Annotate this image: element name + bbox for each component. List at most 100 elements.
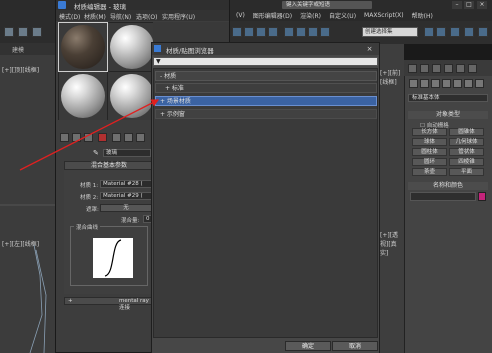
material1-label: 材质 1:: [80, 183, 99, 189]
modify-tab-icon[interactable]: [420, 64, 429, 73]
sphere-button[interactable]: 球体: [412, 138, 447, 146]
material-name-input[interactable]: 玻璃: [103, 149, 151, 157]
pick-material-icon[interactable]: ✎: [93, 149, 99, 157]
object-name-input[interactable]: [410, 192, 476, 201]
systems-icon[interactable]: [475, 79, 484, 88]
helpers-icon[interactable]: [453, 79, 462, 88]
geometry-icon[interactable]: [409, 79, 418, 88]
utilities-tab-icon[interactable]: [468, 64, 477, 73]
minimize-button[interactable]: –: [452, 1, 462, 9]
mirror-icon[interactable]: [424, 27, 434, 37]
render-icon[interactable]: [478, 27, 488, 37]
material-preview-sphere: [110, 25, 154, 69]
menu-item-view[interactable]: (V): [236, 12, 245, 19]
put-to-library-icon[interactable]: [124, 133, 133, 142]
reset-map-icon[interactable]: [98, 133, 107, 142]
sample-slot[interactable]: [108, 72, 156, 120]
material1-button[interactable]: Material #28 ( Stan: [100, 180, 152, 188]
menu-item-render[interactable]: 渲染(R): [300, 11, 321, 20]
browser-search-input[interactable]: ▼: [153, 57, 378, 66]
shapes-icon[interactable]: [420, 79, 429, 88]
me-menu-navigation[interactable]: 导航(N): [110, 12, 131, 21]
scale-icon[interactable]: [268, 27, 278, 37]
torus-button[interactable]: 圆环: [412, 158, 447, 166]
plane-button[interactable]: 平面: [449, 168, 484, 176]
sample-slot[interactable]: [58, 22, 108, 72]
display-tab-icon[interactable]: [456, 64, 465, 73]
redo-icon[interactable]: [18, 27, 28, 37]
ribbon-tabs: 建模: [0, 43, 56, 55]
main-menu-bar: (V) 图形编辑器(D) 渲染(R) 自定义(U) MAXScript(X) 帮…: [228, 10, 492, 21]
browser-close-icon[interactable]: ×: [365, 45, 374, 53]
blend-params-rollout[interactable]: 混合基本参数: [64, 161, 154, 170]
put-to-scene-icon[interactable]: [72, 133, 81, 142]
me-menu-modes[interactable]: 模式(D): [59, 12, 80, 21]
angle-snap-icon[interactable]: [296, 27, 306, 37]
show-map-icon[interactable]: [136, 133, 145, 142]
geosphere-button[interactable]: 几何球体: [449, 138, 484, 146]
group-sample-slots[interactable]: + 示例窗: [155, 109, 377, 119]
cancel-button[interactable]: 取消: [332, 341, 378, 351]
spacewarps-icon[interactable]: [464, 79, 473, 88]
cylinder-button[interactable]: 圆柱体: [412, 148, 447, 156]
render-setup-icon[interactable]: [464, 27, 474, 37]
menu-item-graph[interactable]: 图形编辑器(D): [253, 11, 292, 20]
pyramid-button[interactable]: 四棱锥: [449, 158, 484, 166]
object-color-swatch[interactable]: [478, 192, 486, 201]
undo-icon[interactable]: [4, 27, 14, 37]
mask-button[interactable]: 无: [100, 204, 152, 212]
hierarchy-tab-icon[interactable]: [432, 64, 441, 73]
move-icon[interactable]: [244, 27, 254, 37]
sample-slot[interactable]: [108, 23, 156, 71]
create-tab-icon[interactable]: [408, 64, 417, 73]
material2-label: 材质 2:: [80, 195, 99, 201]
material-preview-sphere: [61, 25, 105, 69]
get-material-icon[interactable]: [60, 133, 69, 142]
assign-material-icon[interactable]: [84, 133, 93, 142]
link-icon[interactable]: [32, 27, 42, 37]
layer-icon[interactable]: [450, 27, 460, 37]
rotate-icon[interactable]: [256, 27, 266, 37]
group-scene-materials[interactable]: + 场景材质: [155, 96, 377, 106]
lights-icon[interactable]: [431, 79, 440, 88]
me-menu-utilities[interactable]: 实用程序(U): [162, 12, 195, 21]
cameras-icon[interactable]: [442, 79, 451, 88]
maximize-button[interactable]: □: [464, 1, 474, 9]
material2-button[interactable]: Material #29 ( Stan: [100, 192, 152, 200]
menu-item-customize[interactable]: 自定义(U): [329, 11, 356, 20]
box-button[interactable]: 长方体: [412, 128, 447, 136]
close-button[interactable]: ×: [477, 1, 487, 9]
name-color-rollout[interactable]: 名称和颜色: [408, 182, 488, 190]
make-unique-icon[interactable]: [112, 133, 121, 142]
select-icon[interactable]: [232, 27, 242, 37]
category-standard[interactable]: + 标准: [155, 83, 377, 93]
viewport-label[interactable]: [+][前][线框]: [380, 68, 402, 86]
me-menu-options[interactable]: 选项(O): [136, 12, 157, 21]
object-type-rollout[interactable]: 对象类型: [408, 111, 488, 119]
menu-item-maxscript[interactable]: MAXScript(X): [364, 12, 404, 19]
sample-slot[interactable]: [59, 72, 107, 120]
selection-set-dropdown[interactable]: 创建选择集: [362, 27, 418, 37]
group-materials[interactable]: - 材质: [155, 71, 377, 81]
teapot-button[interactable]: 茶壶: [412, 168, 447, 176]
motion-tab-icon[interactable]: [444, 64, 453, 73]
mental-ray-rollout[interactable]: + mental ray 连接: [64, 297, 154, 311]
menu-item-help[interactable]: 帮助(H): [412, 11, 433, 20]
material-editor-titlebar[interactable]: 材质编辑器 - 玻璃: [56, 0, 229, 11]
primitive-type-dropdown[interactable]: 标准基本体: [408, 94, 488, 102]
me-menu-material[interactable]: 材质(M): [84, 12, 106, 21]
mix-curve-line: [104, 239, 122, 277]
cone-button[interactable]: 圆锥体: [449, 128, 484, 136]
ok-button[interactable]: 确定: [285, 341, 331, 351]
tube-button[interactable]: 管状体: [449, 148, 484, 156]
viewport-right[interactable]: [+][前][线框] [+][透视][真实]: [378, 44, 404, 353]
ribbon-tab-modeling[interactable]: 建模: [12, 45, 24, 54]
search-input[interactable]: 键入关键字或短语: [282, 1, 372, 9]
options-dropdown-icon[interactable]: ▼: [156, 58, 161, 66]
browser-titlebar[interactable]: 材质/贴图浏览器: [152, 43, 379, 55]
percent-snap-icon[interactable]: [308, 27, 318, 37]
spinner-snap-icon[interactable]: [320, 27, 330, 37]
align-icon[interactable]: [436, 27, 446, 37]
viewport-label[interactable]: [+][透视][真实]: [380, 230, 402, 257]
snap-icon[interactable]: [284, 27, 294, 37]
